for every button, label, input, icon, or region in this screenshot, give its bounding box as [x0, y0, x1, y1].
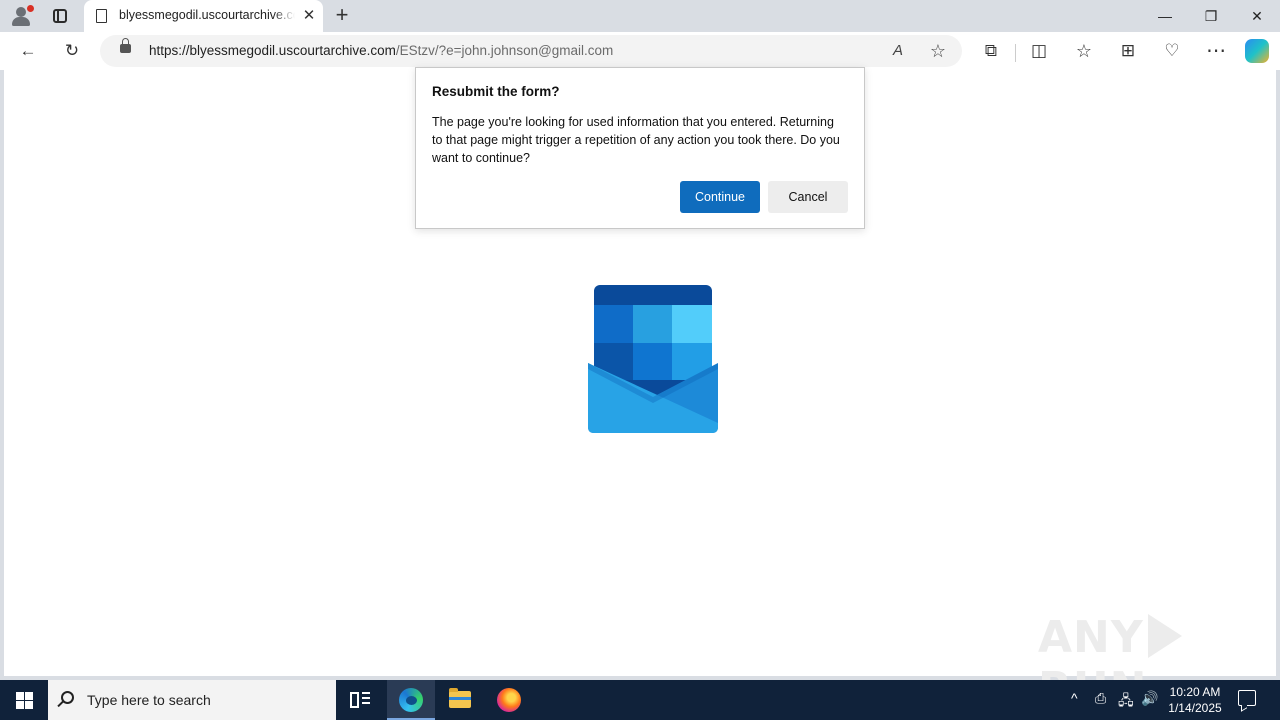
task-view-button[interactable] [336, 680, 384, 720]
tray-overflow-chevron-icon[interactable]: ^ [1071, 690, 1078, 706]
restore-button[interactable]: ❐ [1188, 0, 1234, 32]
taskbar: Type here to search ^ ⎙ 🖧 🔊 10:20 AM 1/1… [0, 680, 1280, 720]
tab-title: blyessmegodil.uscourtarchive.com [119, 8, 295, 22]
favorites-icon[interactable]: ☆ [1069, 37, 1099, 65]
address-bar[interactable]: https://blyessmegodil.uscourtarchive.com… [100, 35, 962, 67]
firefox-taskbar-button[interactable] [485, 680, 533, 720]
task-view-icon [350, 692, 370, 708]
folder-icon [449, 688, 471, 708]
tab-strip: blyessmegodil.uscourtarchive.com ✕ + — ❐… [0, 0, 1280, 32]
dialog-message: The page you're looking for used informa… [432, 115, 840, 165]
page-icon [96, 9, 107, 23]
collections-icon[interactable]: ⊞ [1113, 37, 1143, 65]
minimize-button[interactable]: — [1142, 0, 1188, 32]
watermark-left: ANY [1038, 612, 1144, 663]
tab-close-icon[interactable]: ✕ [300, 7, 318, 25]
dialog-title: Resubmit the form? [432, 84, 560, 99]
browser-essentials-icon[interactable]: ♡ [1157, 37, 1187, 65]
tab-active[interactable]: blyessmegodil.uscourtarchive.com ✕ [84, 0, 323, 32]
favorite-star-icon[interactable]: ☆ [926, 40, 950, 62]
taskbar-search-box[interactable]: Type here to search [48, 680, 336, 720]
search-icon [61, 691, 74, 704]
read-aloud-icon[interactable]: A [886, 40, 910, 62]
notification-dot [27, 5, 34, 12]
volume-icon[interactable]: 🔊 [1141, 690, 1158, 707]
split-screen-icon[interactable]: ◫ [1024, 37, 1054, 65]
address-url[interactable]: https://blyessmegodil.uscourtarchive.com… [149, 43, 613, 58]
play-icon [1147, 614, 1182, 658]
action-center-icon[interactable] [1238, 690, 1256, 706]
edge-taskbar-button[interactable] [387, 680, 435, 720]
clock-date: 1/14/2025 [1168, 701, 1222, 715]
url-host: https://blyessmegodil.uscourtarchive.com [149, 43, 396, 58]
tab-actions-icon[interactable] [48, 6, 72, 26]
more-menu-icon[interactable]: ⋯ [1201, 37, 1231, 65]
window-frame-right [1276, 70, 1280, 676]
browser-toolbar: ← ↻ https://blyessmegodil.uscourtarchive… [0, 32, 1280, 70]
lock-icon[interactable] [120, 38, 131, 53]
extensions-icon[interactable]: ⧉ [976, 37, 1006, 65]
close-window-button[interactable]: ✕ [1234, 0, 1280, 32]
cancel-button[interactable]: Cancel [768, 181, 848, 213]
clock-time: 10:20 AM [1169, 685, 1221, 699]
start-button[interactable] [0, 680, 48, 720]
profile-icon[interactable] [10, 5, 34, 27]
edge-icon [399, 688, 423, 712]
new-tab-button[interactable]: + [330, 4, 354, 28]
system-clock[interactable]: 10:20 AM 1/14/2025 [1162, 684, 1228, 716]
file-explorer-taskbar-button[interactable] [436, 680, 484, 720]
url-path: /EStzv/?e=john.johnson@gmail.com [395, 43, 614, 58]
toolbar-divider [1015, 44, 1016, 62]
refresh-button[interactable]: ↻ [57, 37, 87, 65]
search-placeholder: Type here to search [87, 692, 211, 708]
continue-button[interactable]: Continue [680, 181, 760, 213]
firefox-icon [497, 688, 521, 712]
copilot-icon[interactable] [1245, 39, 1269, 63]
outlook-logo [588, 285, 718, 433]
back-button[interactable]: ← [13, 37, 43, 65]
meet-now-icon[interactable]: ⎙ [1095, 690, 1106, 707]
resubmit-form-dialog: Resubmit the form? The page you're looki… [415, 67, 865, 229]
network-icon[interactable]: 🖧 [1118, 690, 1134, 714]
